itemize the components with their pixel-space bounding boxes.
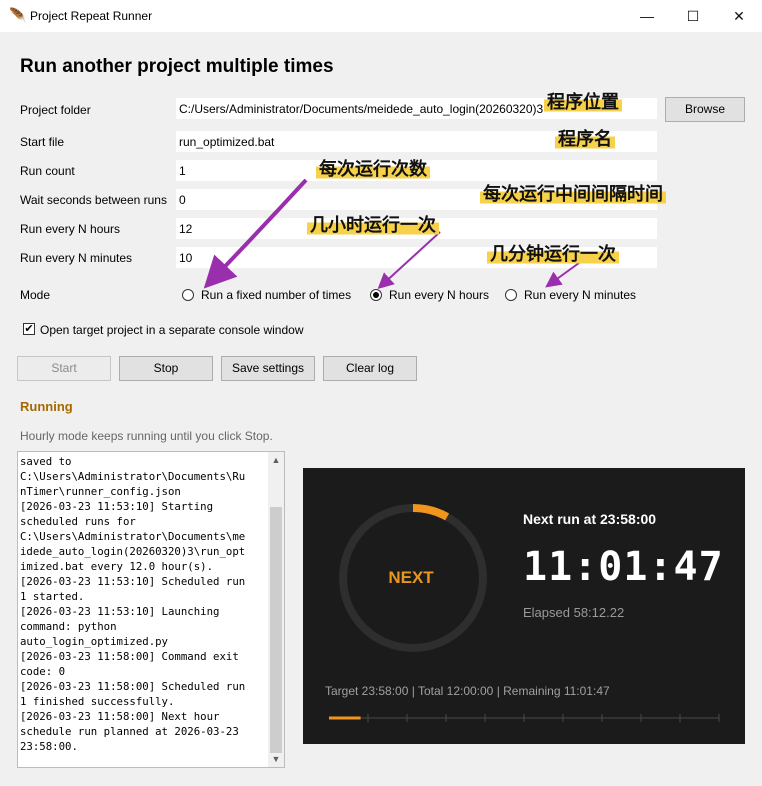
annotation-run-every-hours: 几小时运行一次 (307, 211, 439, 237)
annotation-runs-each-time: 每次运行次数 (316, 155, 430, 181)
scroll-thumb[interactable] (270, 507, 282, 753)
ring-label: NEXT (388, 568, 434, 587)
mode-radio-fixed[interactable]: Run a fixed number of times (182, 288, 351, 302)
radio-fixed-label: Run a fixed number of times (201, 288, 352, 302)
log-content[interactable]: saved to C:\Users\Administrator\Document… (20, 454, 270, 754)
status-text: Running (20, 399, 73, 414)
page-title: Run another project multiple times (20, 56, 334, 77)
status-hint: Hourly mode keeps running until you clic… (20, 429, 273, 443)
project-folder-label: Project folder (20, 103, 91, 117)
window-title: Project Repeat Runner (30, 9, 153, 23)
scroll-down-icon[interactable]: ▼ (268, 751, 284, 767)
annotation-interval: 每次运行中间间隔时间 (480, 180, 666, 206)
close-button[interactable]: ✕ (716, 0, 762, 32)
timer-panel: NEXT Next run at 23:58:00 11:01:47 Elaps… (303, 468, 745, 744)
annotation-project-location: 程序位置 (544, 88, 622, 114)
wait-seconds-label: Wait seconds between runs (20, 193, 167, 207)
mode-radio-hours[interactable]: Run every N hours (370, 288, 489, 302)
radio-hours-indicator[interactable] (370, 289, 382, 301)
scroll-up-icon[interactable]: ▲ (268, 452, 284, 468)
mode-radio-minutes[interactable]: Run every N minutes (505, 288, 636, 302)
next-run-text: Next run at 23:58:00 (523, 511, 657, 527)
radio-fixed-indicator[interactable] (182, 289, 194, 301)
console-checkbox-label: Open target project in a separate consol… (40, 323, 304, 337)
start-file-label: Start file (20, 135, 65, 149)
annotation-program-name: 程序名 (555, 125, 615, 151)
log-textarea[interactable]: saved to C:\Users\Administrator\Document… (17, 451, 285, 768)
maximize-button[interactable]: ☐ (670, 0, 716, 32)
start-button[interactable]: Start (17, 356, 111, 381)
mode-label: Mode (20, 288, 51, 302)
save-settings-button[interactable]: Save settings (221, 356, 315, 381)
radio-minutes-indicator[interactable] (505, 289, 517, 301)
progress-track (329, 714, 720, 722)
stop-button[interactable]: Stop (119, 356, 213, 381)
log-scrollbar[interactable]: ▲ ▼ (268, 452, 284, 767)
every-minutes-label: Run every N minutes (20, 251, 133, 265)
radio-minutes-label: Run every N minutes (524, 288, 637, 302)
elapsed-text: Elapsed 58:12.22 (523, 605, 625, 620)
every-hours-label: Run every N hours (20, 222, 121, 236)
timer-summary: Target 23:58:00 | Total 12:00:00 | Remai… (325, 684, 610, 698)
feather-icon: 🪶 (9, 7, 27, 23)
countdown-display: 11:01:47 (523, 544, 724, 590)
clear-log-button[interactable]: Clear log (323, 356, 417, 381)
radio-hours-label: Run every N hours (389, 288, 490, 302)
annotation-run-every-minutes: 几分钟运行一次 (487, 240, 619, 266)
console-checkbox[interactable]: ✔ (23, 323, 35, 335)
run-count-label: Run count (20, 164, 75, 178)
title-bar: 🪶 Project Repeat Runner — ☐ ✕ (0, 0, 762, 32)
minimize-button[interactable]: — (624, 0, 670, 32)
browse-button[interactable]: Browse (665, 97, 745, 122)
